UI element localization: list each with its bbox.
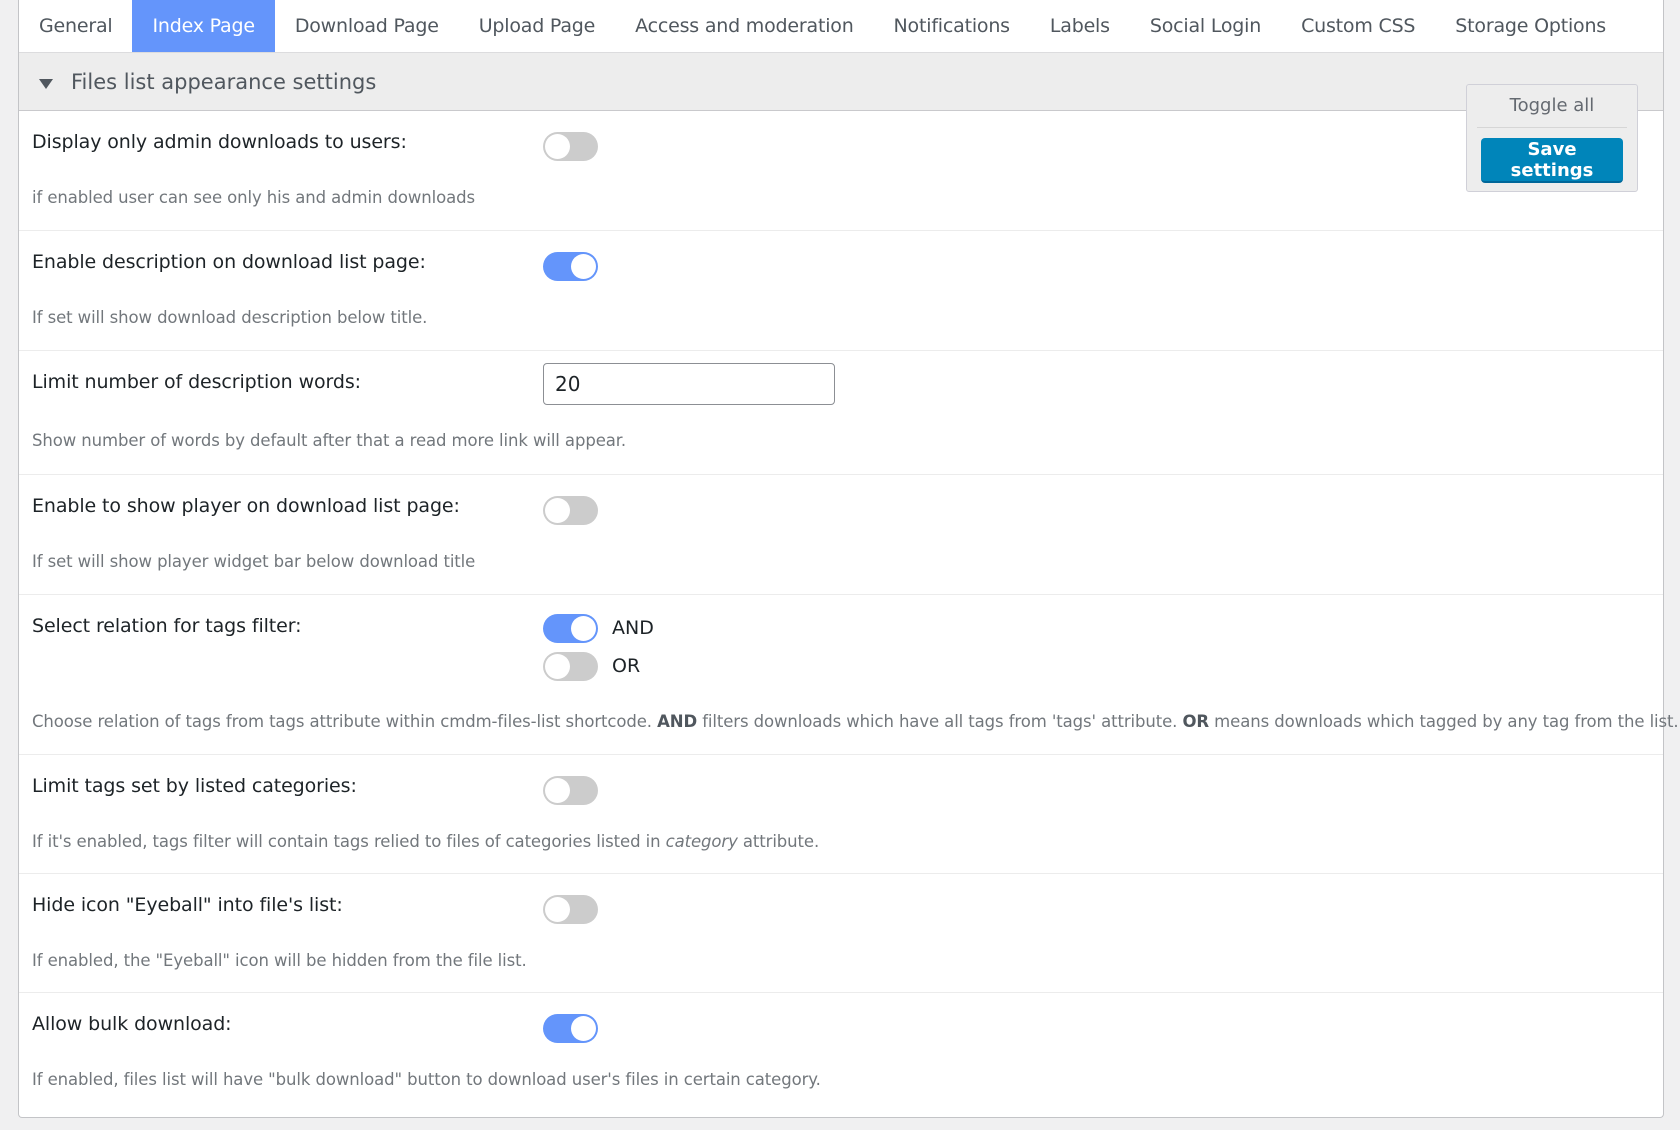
setting-help: If it's enabled, tags filter will contai… — [32, 832, 819, 851]
tab-access-moderation[interactable]: Access and moderation — [615, 0, 873, 52]
save-settings-button[interactable]: Save settings — [1481, 138, 1623, 183]
help-text: means downloads which tagged by any tag … — [1209, 712, 1679, 731]
setting-row-limit-tags: Limit tags set by listed categories: If … — [19, 755, 1663, 874]
tab-download-page[interactable]: Download Page — [275, 0, 459, 52]
setting-help: Choose relation of tags from tags attrib… — [32, 712, 1679, 731]
tab-upload-page[interactable]: Upload Page — [459, 0, 615, 52]
setting-help: Show number of words by default after th… — [32, 431, 627, 450]
setting-row-enable-description: Enable description on download list page… — [19, 231, 1663, 351]
toggle-knob — [571, 615, 596, 641]
tab-index-page[interactable]: Index Page — [132, 0, 275, 52]
toggle-knob — [571, 254, 596, 279]
setting-help: If set will show download description be… — [32, 308, 428, 327]
divider — [1477, 127, 1627, 128]
help-keyword-or: OR — [1182, 712, 1210, 731]
setting-row-show-player: Enable to show player on download list p… — [19, 475, 1663, 595]
setting-label: Select relation for tags filter: — [32, 615, 302, 637]
option-label: AND — [612, 617, 654, 639]
toggle-knob — [571, 1016, 596, 1041]
tab-notifications[interactable]: Notifications — [874, 0, 1030, 52]
setting-label: Enable to show player on download list p… — [32, 495, 460, 517]
help-text: Choose relation of tags from tags attrib… — [32, 712, 658, 731]
setting-help: If enabled, the "Eyeball" icon will be h… — [32, 951, 527, 970]
setting-help: if enabled user can see only his and adm… — [32, 188, 475, 207]
setting-row-bulk-download: Allow bulk download: If enabled, files l… — [19, 993, 1663, 1118]
tags-relation-and-toggle[interactable] — [543, 613, 598, 643]
tab-custom-css[interactable]: Custom CSS — [1281, 0, 1435, 52]
setting-row-tags-relation: Select relation for tags filter: AND OR … — [19, 595, 1679, 755]
setting-label: Limit number of description words: — [32, 371, 361, 393]
setting-label: Enable description on download list page… — [32, 251, 426, 273]
description-words-input[interactable] — [543, 363, 835, 405]
hide-eyeball-toggle[interactable] — [543, 895, 598, 924]
settings-panel: General Index Page Download Page Upload … — [18, 0, 1679, 1118]
bulk-download-toggle[interactable] — [543, 1014, 598, 1043]
setting-row-hide-eyeball: Hide icon "Eyeball" into file's list: If… — [19, 874, 1663, 993]
setting-row-description-words: Limit number of description words: Show … — [19, 351, 1663, 475]
setting-label: Allow bulk download: — [32, 1013, 232, 1035]
settings-tabs: General Index Page Download Page Upload … — [19, 0, 1663, 53]
caret-down-icon — [39, 78, 53, 89]
tags-relation-option-and: AND — [543, 609, 654, 647]
enable-description-toggle[interactable] — [543, 252, 598, 281]
toggle-knob — [545, 653, 570, 679]
tab-social-login[interactable]: Social Login — [1130, 0, 1281, 52]
section-title: Files list appearance settings — [71, 69, 377, 94]
floating-actions-box: Toggle all Save settings — [1466, 84, 1638, 192]
toggle-knob — [545, 134, 570, 159]
tab-storage-options[interactable]: Storage Options — [1435, 0, 1626, 52]
show-player-toggle[interactable] — [543, 496, 598, 525]
setting-help: If enabled, files list will have "bulk d… — [32, 1070, 821, 1089]
section-header-files-list[interactable]: Files list appearance settings — [19, 53, 1663, 111]
display-admin-only-toggle[interactable] — [543, 132, 598, 161]
toggle-knob — [545, 897, 570, 922]
tags-relation-option-or: OR — [543, 647, 654, 685]
setting-label: Limit tags set by listed categories: — [32, 775, 357, 797]
help-keyword-and: AND — [657, 712, 698, 731]
setting-label: Hide icon "Eyeball" into file's list: — [32, 894, 343, 916]
toggle-knob — [545, 778, 570, 803]
limit-tags-toggle[interactable] — [543, 776, 598, 805]
toggle-all-button[interactable]: Toggle all — [1467, 95, 1637, 116]
option-label: OR — [612, 655, 641, 677]
tab-labels[interactable]: Labels — [1030, 0, 1130, 52]
tags-relation-or-toggle[interactable] — [543, 651, 598, 681]
setting-help: If set will show player widget bar below… — [32, 552, 476, 571]
help-emphasis: category — [665, 832, 738, 851]
help-text: filters downloads which have all tags fr… — [697, 712, 1183, 731]
tab-general[interactable]: General — [19, 0, 132, 52]
setting-row-display-admin-only: Display only admin downloads to users: i… — [19, 111, 1663, 231]
help-text: attribute. — [737, 832, 820, 851]
help-text: If it's enabled, tags filter will contai… — [32, 832, 666, 851]
setting-label: Display only admin downloads to users: — [32, 131, 407, 153]
toggle-knob — [545, 498, 570, 523]
